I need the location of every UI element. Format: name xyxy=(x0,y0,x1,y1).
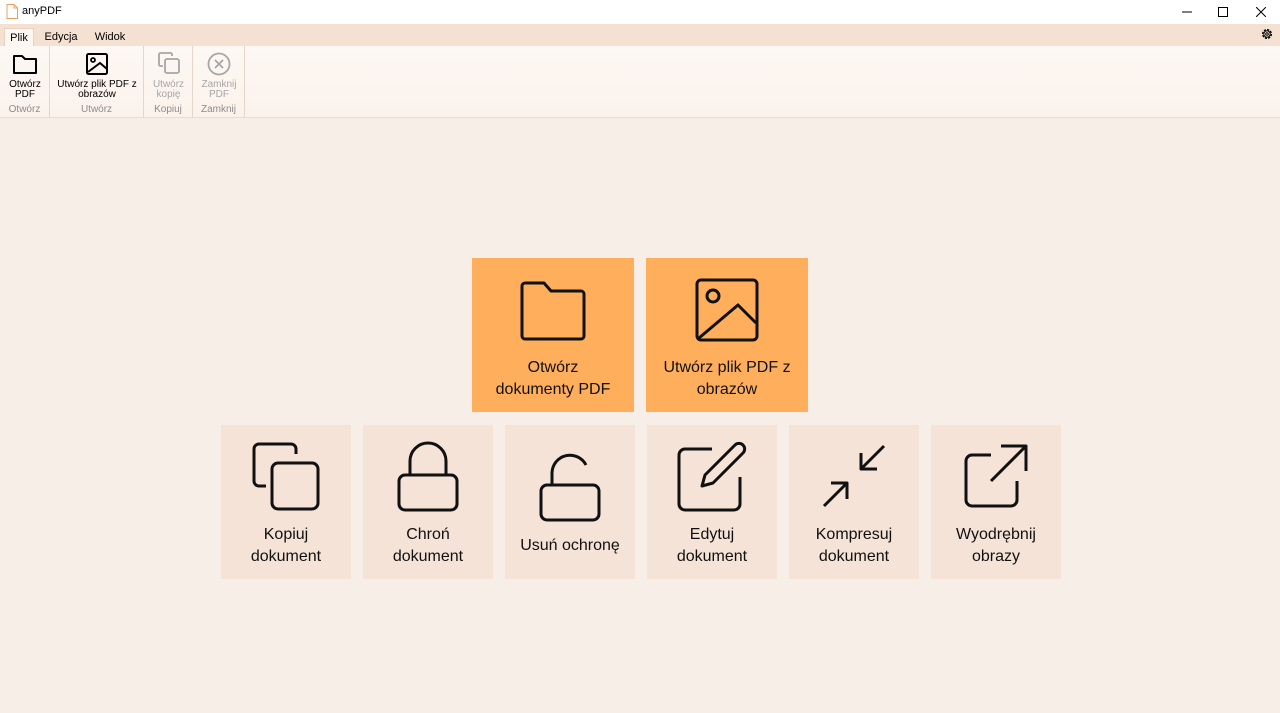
edit-document-tile[interactable]: Edytuj dokument xyxy=(647,425,777,579)
ribbon-group-label: Otwórz xyxy=(8,104,41,115)
maximize-icon xyxy=(1218,7,1228,17)
ribbon-group-label: Kopiuj xyxy=(154,104,182,115)
lock-icon xyxy=(397,441,459,512)
tab-edycja[interactable]: Edycja xyxy=(42,28,80,46)
create-pdf-label: Utwórz plik PDF z obrazów xyxy=(57,79,137,100)
unlock-icon xyxy=(539,453,601,522)
ribbon-group-label: Zamknij xyxy=(200,104,236,115)
image-icon xyxy=(695,278,759,342)
app-logo-icon xyxy=(6,4,18,19)
tile-label: Kopiuj dokument xyxy=(250,526,322,565)
folder-icon xyxy=(13,55,37,74)
tile-label: Chroń dokument xyxy=(392,526,464,565)
compress-icon xyxy=(822,444,886,508)
title-bar: anyPDF xyxy=(0,0,1280,24)
ribbon-group-open: Otwórz PDF Otwórz xyxy=(0,46,50,118)
folder-icon xyxy=(520,281,586,341)
open-pdf-label: Otwórz PDF xyxy=(9,79,41,100)
window-title: anyPDF xyxy=(22,5,62,17)
gear-icon[interactable] xyxy=(1260,27,1274,41)
protect-document-tile[interactable]: Chroń dokument xyxy=(363,425,493,579)
ribbon-toolbar: Otwórz PDF Otwórz Utwórz plik PDF z obra… xyxy=(0,46,1280,118)
create-copy-button[interactable]: Utwórz kopię xyxy=(148,50,189,100)
edit-icon xyxy=(677,441,747,512)
copy-icon xyxy=(252,442,320,511)
ribbon-group-close: Zamknij PDF Zamknij xyxy=(193,46,245,118)
copy-icon xyxy=(157,52,180,74)
ribbon-group-copy: Utwórz kopię Kopiuj xyxy=(144,46,193,118)
remove-protection-tile[interactable]: Usuń ochronę xyxy=(505,425,635,579)
tile-label: Edytuj dokument xyxy=(676,526,748,565)
copy-document-tile[interactable]: Kopiuj dokument xyxy=(221,425,351,579)
create-copy-label: Utwórz kopię xyxy=(152,79,185,100)
ribbon-group-label: Utwórz xyxy=(80,104,113,115)
ribbon-tab-bar: Plik Edycja Widok xyxy=(0,24,1280,46)
create-pdf-from-images-tile[interactable]: Utwórz plik PDF z obrazów xyxy=(646,258,808,412)
tile-label: Kompresuj dokument xyxy=(815,526,893,565)
close-window-button[interactable] xyxy=(1242,0,1280,24)
minimize-icon xyxy=(1182,11,1192,13)
tile-label: Utwórz plik PDF z obrazów xyxy=(663,359,791,398)
close-pdf-button[interactable]: Zamknij PDF xyxy=(197,50,241,100)
open-pdf-documents-tile[interactable]: Otwórz dokumenty PDF xyxy=(472,258,634,412)
image-icon xyxy=(86,53,108,75)
tile-label: Usuń ochronę xyxy=(520,537,620,554)
close-circle-icon xyxy=(207,52,231,76)
ribbon-group-create: Utwórz plik PDF z obrazów Utwórz xyxy=(50,46,144,118)
extract-images-tile[interactable]: Wyodrębnij obrazy xyxy=(931,425,1061,579)
tile-label: Otwórz dokumenty PDF xyxy=(495,359,611,398)
external-link-icon xyxy=(964,444,1028,508)
minimize-button[interactable] xyxy=(1168,0,1206,24)
compress-document-tile[interactable]: Kompresuj dokument xyxy=(789,425,919,579)
close-icon xyxy=(1256,7,1266,17)
tab-plik[interactable]: Plik xyxy=(4,28,34,46)
tab-widok[interactable]: Widok xyxy=(90,28,130,46)
create-pdf-from-images-button[interactable]: Utwórz plik PDF z obrazów xyxy=(54,50,140,100)
close-pdf-label: Zamknij PDF xyxy=(201,79,237,100)
open-pdf-button[interactable]: Otwórz PDF xyxy=(5,50,45,100)
tile-label: Wyodrębnij obrazy xyxy=(956,526,1036,565)
maximize-button[interactable] xyxy=(1204,0,1242,24)
